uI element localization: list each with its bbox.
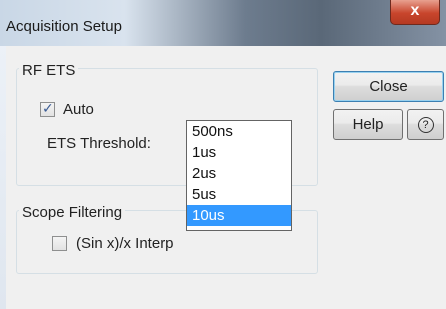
ets-threshold-label: ETS Threshold:: [47, 135, 151, 152]
ets-threshold-dropdown-list: 500ns 1us 2us 5us 10us: [186, 120, 292, 231]
window-close-button[interactable]: x: [390, 0, 440, 25]
sinx-interp-checkbox[interactable]: [52, 236, 67, 251]
checkmark-icon: ✓: [42, 100, 54, 116]
threshold-option-1us[interactable]: 1us: [187, 142, 291, 163]
threshold-option-10us[interactable]: 10us: [187, 205, 291, 226]
auto-checkbox[interactable]: ✓: [40, 100, 55, 117]
sinx-interp-label[interactable]: (Sin x)/x Interp: [76, 235, 174, 252]
help-button[interactable]: Help: [333, 109, 403, 140]
threshold-option-5us[interactable]: 5us: [187, 184, 291, 205]
threshold-option-500ns[interactable]: 500ns: [187, 121, 291, 142]
close-button[interactable]: Close: [333, 71, 444, 102]
context-help-button[interactable]: ?: [407, 109, 444, 140]
question-mark-icon: ?: [417, 117, 434, 133]
window-title: Acquisition Setup: [6, 18, 122, 35]
threshold-option-2us[interactable]: 2us: [187, 163, 291, 184]
close-icon: x: [410, 2, 420, 19]
help-button-label: Help: [352, 116, 384, 133]
auto-label[interactable]: Auto: [63, 101, 94, 118]
title-bar[interactable]: Acquisition Setup x: [0, 0, 446, 46]
scope-filtering-group-title: Scope Filtering: [19, 204, 126, 221]
close-button-label: Close: [369, 78, 408, 95]
acquisition-setup-dialog: Acquisition Setup x RF ETS ✓ Auto ETS Th…: [0, 0, 446, 309]
rf-ets-group-title: RF ETS: [19, 62, 79, 79]
